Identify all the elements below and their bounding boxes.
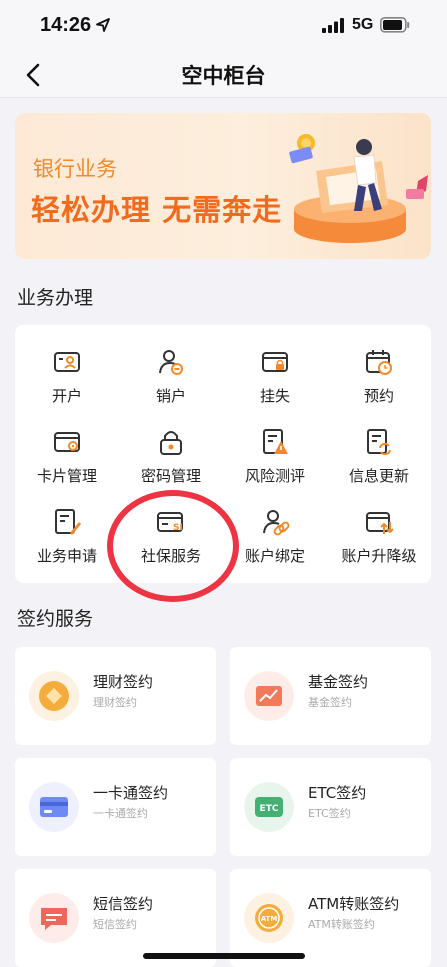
contract-subtitle: ETC签约 [308,807,351,820]
contract-subtitle: 短信签约 [93,918,137,931]
service-label: 卡片管理 [36,467,97,485]
service-account-binding[interactable]: 账户绑定 [223,485,327,565]
service-label: 账户升降级 [341,547,417,565]
service-business-application[interactable]: 业务申请 [15,485,119,565]
banner-headline: 轻松办理 无需奔走 [31,193,283,227]
battery-icon [380,17,410,33]
contract-subtitle: ATM转账签约 [308,918,375,931]
document-refresh-icon [367,429,391,456]
contract-onecard-card[interactable]: 一卡通签约 一卡通签约 [15,758,216,856]
atm-icon: ATM [244,893,294,943]
service-label: 业务申请 [36,547,97,565]
service-social-security[interactable]: SI 社保服务 [119,485,223,565]
svg-text:ATM: ATM [261,915,278,923]
message-icon [29,893,79,943]
service-label: 密码管理 [140,467,201,485]
fund-chart-icon [244,671,294,721]
service-label: 社保服务 [140,547,201,565]
service-label: 开户 [51,387,82,405]
contract-fund-card[interactable]: 基金签约 基金签约 [230,647,431,745]
contract-wealth-card[interactable]: 理财签约 理财签约 [15,647,216,745]
svg-text:SI: SI [173,523,183,533]
padlock-icon [160,431,182,455]
user-link-icon [263,510,290,536]
service-info-update[interactable]: 信息更新 [327,405,431,485]
business-services-card: 开户 销户 挂失 预约 卡片管理 密码管理 风险测评 信息更新 业务申请 SI … [15,325,431,583]
contract-title: 一卡通签约 [93,784,169,802]
social-security-card-icon: SI [157,512,183,533]
card-settings-icon [54,432,80,452]
wealth-icon [29,671,79,721]
banner-illustration [289,134,428,243]
service-label: 信息更新 [348,467,409,485]
contract-section-title: 签约服务 [17,608,94,630]
status-time: 14:26 [40,14,92,36]
service-label: 预约 [363,387,394,405]
nav-bar: 空中柜台 [0,52,447,98]
bank-card-icon [29,782,79,832]
page-title: 空中柜台 [181,64,266,88]
service-close-account[interactable]: 销户 [119,325,223,405]
service-label: 账户绑定 [244,547,305,565]
contract-title: 基金签约 [308,673,369,691]
contract-title: ATM转账签约 [308,895,400,913]
business-section-title: 业务办理 [17,287,94,309]
card-lock-icon [262,352,288,372]
status-bar: 14:26 5G [0,0,447,52]
document-edit-icon [55,509,81,535]
contract-subtitle: 基金签约 [308,696,352,709]
card-updown-icon [366,512,394,534]
home-indicator [143,953,305,959]
service-report-loss[interactable]: 挂失 [223,325,327,405]
document-warning-icon [263,429,288,454]
contract-subtitle: 一卡通签约 [93,807,148,820]
service-password-management[interactable]: 密码管理 [119,405,223,485]
user-minus-icon [159,350,183,375]
contract-subtitle: 理财签约 [93,696,137,709]
contract-etc-card[interactable]: ETC ETC签约 ETC签约 [230,758,431,856]
service-label: 挂失 [259,387,290,405]
calendar-clock-icon [366,350,392,375]
cellular-signal-icon [322,18,344,33]
network-type: 5G [352,16,374,33]
service-risk-assessment[interactable]: 风险测评 [223,405,327,485]
etc-icon: ETC [244,782,294,832]
service-card-management[interactable]: 卡片管理 [15,405,119,485]
contract-title: ETC签约 [308,784,367,802]
service-open-account[interactable]: 开户 [15,325,119,405]
id-card-icon [54,352,80,372]
location-arrow-icon [96,18,110,32]
service-account-upgrade-downgrade[interactable]: 账户升降级 [327,485,431,565]
banner-subtitle: 银行业务 [33,157,117,181]
svg-text:ETC: ETC [260,804,279,814]
service-appointment[interactable]: 预约 [327,325,431,405]
service-label: 销户 [155,387,186,405]
contract-title: 理财签约 [93,673,154,691]
contract-title: 短信签约 [93,895,154,913]
promo-banner[interactable]: 银行业务 轻松办理 无需奔走 [15,113,431,259]
service-label: 风险测评 [244,467,305,485]
